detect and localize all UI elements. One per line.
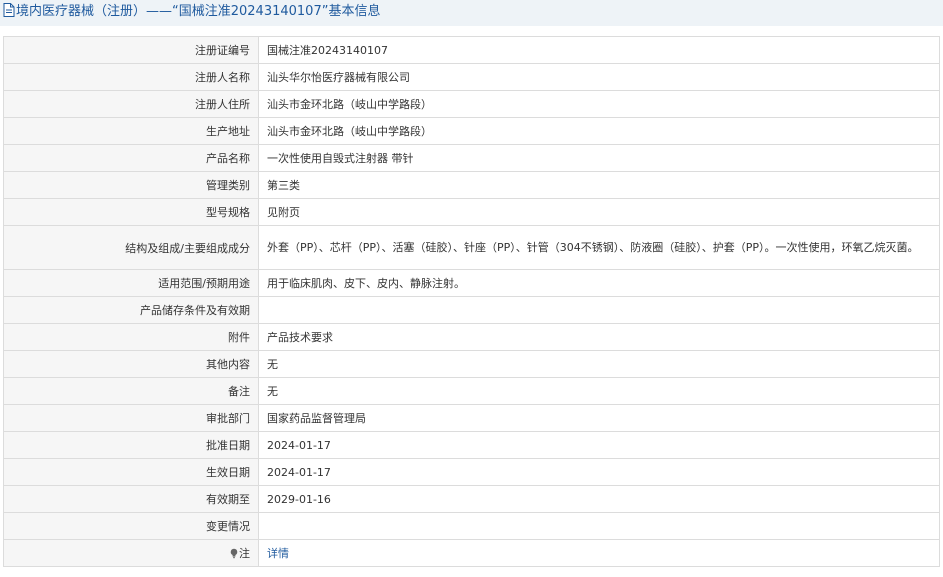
document-icon — [3, 3, 15, 17]
field-label: 备注 — [3, 377, 259, 405]
table-row: 产品储存条件及有效期 — [3, 296, 940, 324]
field-value: 见附页 — [258, 198, 940, 226]
field-label: 型号规格 — [3, 198, 259, 226]
table-row: 生产地址 汕头市金环北路（岐山中学路段） — [3, 117, 940, 145]
lightbulb-icon — [230, 548, 238, 558]
field-label: 生产地址 — [3, 117, 259, 145]
field-label: 附件 — [3, 323, 259, 351]
registration-info-table: 注册证编号 国械注准20243140107 注册人名称 汕头华尔怡医疗器械有限公… — [3, 36, 940, 567]
field-label: 注册人住所 — [3, 90, 259, 118]
table-row: 型号规格 见附页 — [3, 198, 940, 226]
table-row: 有效期至 2029-01-16 — [3, 485, 940, 513]
field-value: 汕头华尔怡医疗器械有限公司 — [258, 63, 940, 91]
field-label: 审批部门 — [3, 404, 259, 432]
page-title: 境内医疗器械（注册）——“国械注准20243140107”基本信息 — [16, 4, 381, 19]
table-row: 注册证编号 国械注准20243140107 — [3, 36, 940, 64]
field-label: 产品名称 — [3, 144, 259, 172]
field-value: 国家药品监督管理局 — [258, 404, 940, 432]
field-value: 2024-01-17 — [258, 458, 940, 486]
table-row: 批准日期 2024-01-17 — [3, 431, 940, 459]
table-row: 附件 产品技术要求 — [3, 323, 940, 351]
field-label: 变更情况 — [3, 512, 259, 540]
field-value: 产品技术要求 — [258, 323, 940, 351]
field-value — [258, 296, 940, 324]
field-label: 注册证编号 — [3, 36, 259, 64]
field-label: 产品储存条件及有效期 — [3, 296, 259, 324]
field-value — [258, 512, 940, 540]
field-label: 其他内容 — [3, 350, 259, 378]
table-row: 注 详情 — [3, 539, 940, 567]
field-label: 结构及组成/主要组成成分 — [3, 225, 259, 270]
field-value: 2024-01-17 — [258, 431, 940, 459]
table-row: 备注 无 — [3, 377, 940, 405]
field-value: 2029-01-16 — [258, 485, 940, 513]
note-value-cell: 详情 — [258, 539, 940, 567]
field-value: 用于临床肌肉、皮下、皮内、静脉注射。 — [258, 269, 940, 297]
table-row: 产品名称 一次性使用自毁式注射器 带针 — [3, 144, 940, 172]
table-row: 注册人住所 汕头市金环北路（岐山中学路段） — [3, 90, 940, 118]
field-label: 有效期至 — [3, 485, 259, 513]
field-label: 适用范围/预期用途 — [3, 269, 259, 297]
page-title-bar: 境内医疗器械（注册）——“国械注准20243140107”基本信息 — [0, 0, 943, 26]
field-label: 注册人名称 — [3, 63, 259, 91]
field-value: 外套（PP）、芯杆（PP）、活塞（硅胶）、针座（PP）、针管（304不锈钢）、防… — [258, 225, 940, 270]
field-value: 国械注准20243140107 — [258, 36, 940, 64]
table-row: 生效日期 2024-01-17 — [3, 458, 940, 486]
table-row: 注册人名称 汕头华尔怡医疗器械有限公司 — [3, 63, 940, 91]
field-label: 批准日期 — [3, 431, 259, 459]
field-label: 管理类别 — [3, 171, 259, 199]
field-value: 无 — [258, 377, 940, 405]
table-row: 审批部门 国家药品监督管理局 — [3, 404, 940, 432]
table-row: 变更情况 — [3, 512, 940, 540]
field-value: 第三类 — [258, 171, 940, 199]
field-value: 一次性使用自毁式注射器 带针 — [258, 144, 940, 172]
field-value: 汕头市金环北路（岐山中学路段） — [258, 117, 940, 145]
field-label: 注 — [239, 547, 250, 560]
table-row: 结构及组成/主要组成成分 外套（PP）、芯杆（PP）、活塞（硅胶）、针座（PP）… — [3, 225, 940, 270]
note-label-cell: 注 — [3, 539, 259, 567]
table-row: 管理类别 第三类 — [3, 171, 940, 199]
field-value: 无 — [258, 350, 940, 378]
field-value: 汕头市金环北路（岐山中学路段） — [258, 90, 940, 118]
table-row: 其他内容 无 — [3, 350, 940, 378]
table-row: 适用范围/预期用途 用于临床肌肉、皮下、皮内、静脉注射。 — [3, 269, 940, 297]
field-label: 生效日期 — [3, 458, 259, 486]
details-link[interactable]: 详情 — [267, 547, 289, 560]
